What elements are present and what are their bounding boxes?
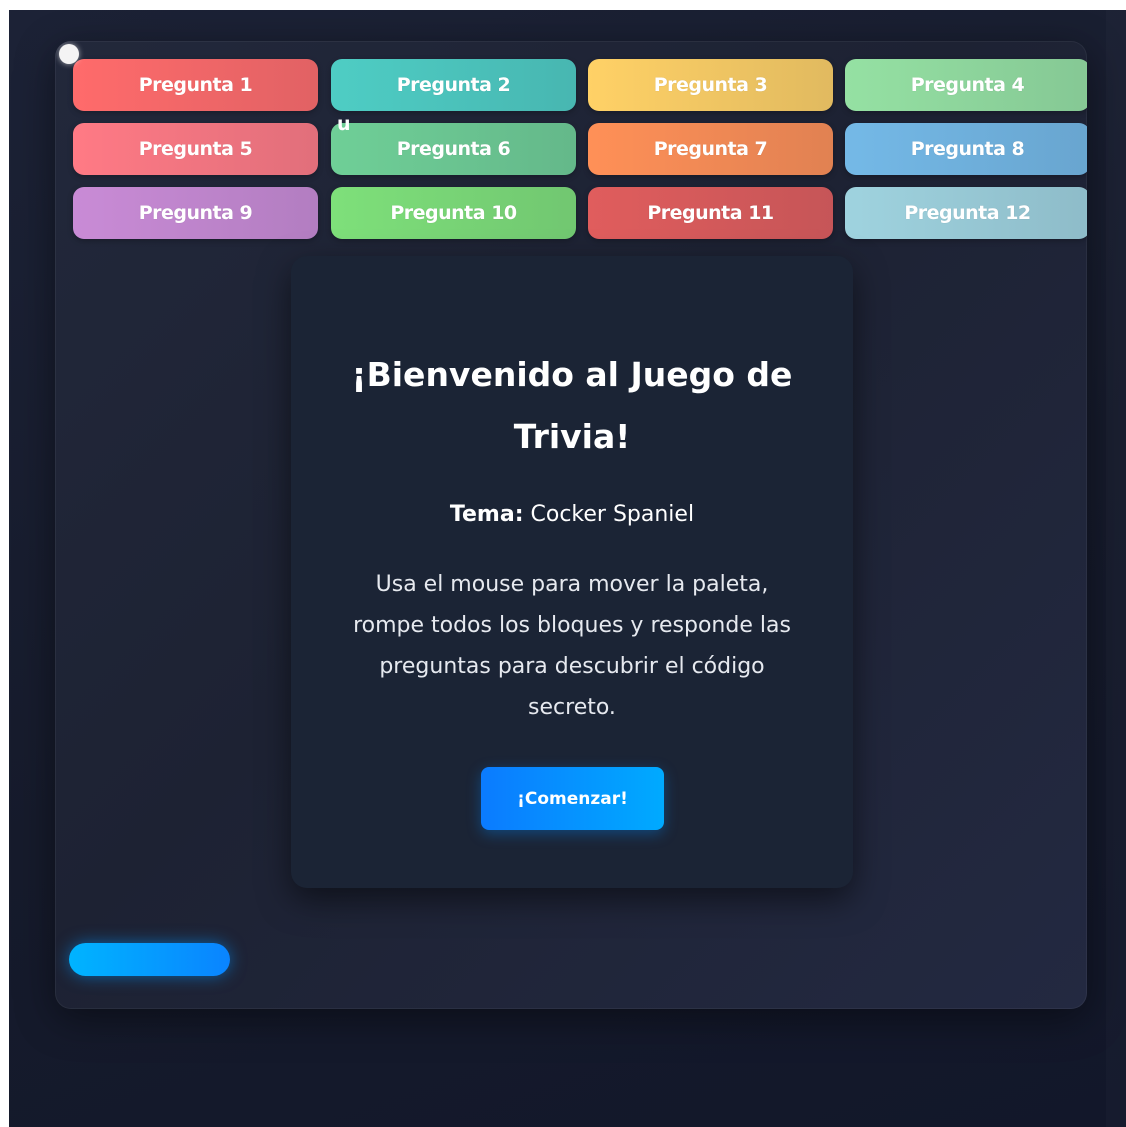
question-block-3[interactable]: Pregunta 3 xyxy=(588,59,833,111)
question-block-6[interactable]: Pregunta 6 xyxy=(331,123,576,175)
question-block-2[interactable]: Pregunta 2 xyxy=(331,59,576,111)
start-button[interactable]: ¡Comenzar! xyxy=(481,767,664,830)
question-block-5[interactable]: Pregunta 5 xyxy=(73,123,318,175)
topic-label: Tema: xyxy=(449,502,524,527)
ball xyxy=(59,44,79,64)
game-board[interactable]: Pregunta 1 Pregunta 2 Pregunta 3 Pregunt… xyxy=(55,41,1087,1009)
question-block-12[interactable]: Pregunta 12 xyxy=(845,187,1087,239)
question-block-11[interactable]: Pregunta 11 xyxy=(588,187,833,239)
modal-title: ¡Bienvenido al Juego de Trivia! xyxy=(351,355,793,456)
question-block-8[interactable]: Pregunta 8 xyxy=(845,123,1087,175)
instructions-text: Usa el mouse para mover la paleta, rompe… xyxy=(353,572,791,720)
scroll-strip xyxy=(1106,10,1126,1127)
topic-line: Tema: Cocker Spaniel xyxy=(291,500,853,530)
question-block-10[interactable]: Pregunta 10 xyxy=(331,187,576,239)
topic-value: Cocker Spaniel xyxy=(530,502,695,527)
question-block-9[interactable]: Pregunta 9 xyxy=(73,187,318,239)
question-block-7[interactable]: Pregunta 7 xyxy=(588,123,833,175)
paddle[interactable] xyxy=(69,943,230,976)
question-block-4[interactable]: Pregunta 4 xyxy=(845,59,1087,111)
game-viewport: Pregunta 1 Pregunta 2 Pregunta 3 Pregunt… xyxy=(9,10,1126,1127)
question-block-1[interactable]: Pregunta 1 xyxy=(73,59,318,111)
stray-letter: u xyxy=(337,113,351,135)
welcome-modal: ¡Bienvenido al Juego de Trivia! Tema: Co… xyxy=(291,256,853,888)
